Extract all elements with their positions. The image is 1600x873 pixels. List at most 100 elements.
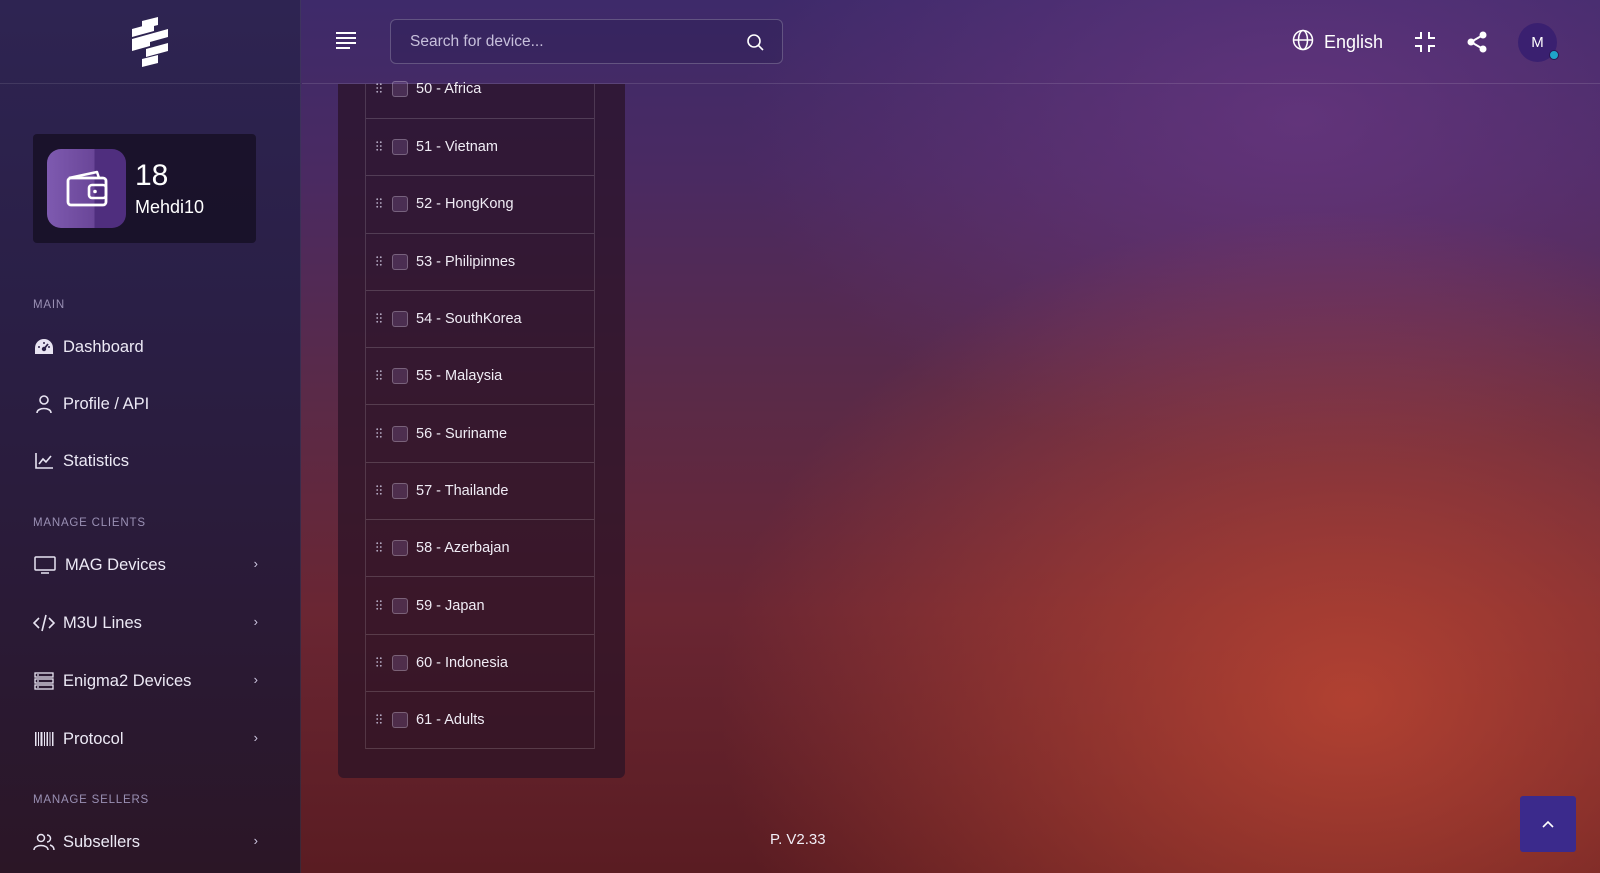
channel-label: 53 - Philipinnes (416, 253, 516, 270)
drag-handle-icon[interactable] (376, 655, 384, 671)
channel-label: 58 - Azerbajan (416, 540, 510, 557)
barcode-icon (33, 728, 55, 750)
channel-list-panel: 50 - Africa 51 - Vietnam 52 - HongKong 53 -… (338, 81, 625, 778)
language-label: English (1324, 32, 1384, 52)
chevron-right-icon: › (253, 730, 258, 745)
sidebar-item-label: Statistics (63, 451, 130, 470)
back-to-top-button[interactable] (1520, 796, 1576, 852)
sidebar-item-enigma2-devices[interactable]: Enigma2 Devices › (33, 667, 268, 695)
channel-checkbox[interactable] (392, 311, 408, 328)
brand-logo[interactable] (128, 16, 172, 67)
list-item[interactable]: 59 - Japan (366, 577, 594, 635)
sidebar-item-m3u-lines[interactable]: M3U Lines › (33, 609, 268, 637)
section-label-manage-sellers: MANAGE SELLERS (33, 794, 150, 806)
chevron-right-icon: › (253, 672, 258, 687)
list-item[interactable]: 55 - Malaysia (366, 348, 594, 406)
drag-handle-icon[interactable] (376, 540, 384, 556)
channel-label: 57 - Thailande (416, 482, 509, 499)
sidebar-item-dashboard[interactable]: Dashboard (33, 333, 268, 361)
search-input[interactable] (391, 20, 782, 63)
monitor-icon (33, 554, 57, 576)
channel-label: 61 - Adults (416, 712, 485, 729)
list-item[interactable]: 60 - Indonesia (366, 635, 594, 692)
list-item[interactable]: 58 - Azerbajan (366, 520, 594, 578)
channel-label: 59 - Japan (416, 597, 485, 614)
online-status-dot (1549, 50, 1559, 60)
sidebar-item-mag-devices[interactable]: MAG Devices › (33, 551, 268, 579)
channel-label: 51 - Vietnam (416, 139, 498, 156)
drag-handle-icon[interactable] (376, 712, 384, 728)
channel-checkbox[interactable] (392, 425, 408, 442)
avatar[interactable]: M (1518, 23, 1559, 62)
channel-label: 56 - Suriname (416, 425, 508, 442)
version-label: P. V2.33 (770, 831, 826, 848)
channel-checkbox[interactable] (392, 196, 408, 213)
channel-checkbox[interactable] (392, 139, 408, 156)
list-item[interactable]: 61 - Adults (366, 692, 594, 750)
section-label-main: MAIN (33, 299, 65, 311)
sidebar-item-subsellers[interactable]: Subsellers › (33, 828, 268, 856)
sidebar-item-protocol[interactable]: Protocol › (33, 725, 268, 753)
channel-checkbox[interactable] (392, 368, 408, 385)
list-item[interactable]: 56 - Suriname (366, 405, 594, 463)
avatar-initial: M (1531, 34, 1544, 51)
share-icon[interactable] (1466, 31, 1488, 58)
drag-handle-icon[interactable] (376, 311, 384, 327)
channel-checkbox[interactable] (392, 540, 408, 557)
list-item[interactable]: 50 - Africa (366, 81, 594, 119)
channel-list: 50 - Africa 51 - Vietnam 52 - HongKong 53 -… (365, 81, 595, 750)
language-selector[interactable]: English (1292, 29, 1383, 56)
channel-label: 52 - HongKong (416, 196, 514, 213)
user-icon (33, 393, 55, 415)
channel-label: 60 - Indonesia (416, 654, 508, 671)
drag-handle-icon[interactable] (376, 368, 384, 384)
channel-checkbox[interactable] (392, 597, 408, 614)
wallet-icon (47, 149, 126, 228)
users-icon (33, 831, 55, 853)
drag-handle-icon[interactable] (376, 81, 384, 97)
chevron-right-icon: › (253, 833, 258, 848)
channel-label: 50 - Africa (416, 81, 482, 97)
topbar: English M (302, 0, 1600, 84)
drag-handle-icon[interactable] (376, 426, 384, 442)
chevron-up-icon (1542, 815, 1554, 833)
menu-toggle-icon[interactable] (335, 30, 357, 50)
channel-checkbox[interactable] (392, 482, 408, 499)
drag-handle-icon[interactable] (376, 598, 384, 614)
list-item[interactable]: 57 - Thailande (366, 463, 594, 521)
channel-label: 54 - SouthKorea (416, 311, 522, 328)
channel-checkbox[interactable] (392, 81, 408, 97)
channel-checkbox[interactable] (392, 654, 408, 671)
sidebar-item-label: Profile / API (63, 394, 150, 413)
list-item[interactable]: 52 - HongKong (366, 176, 594, 234)
section-label-manage-clients: MANAGE CLIENTS (33, 517, 146, 529)
chart-line-icon (33, 450, 55, 472)
logo-area (0, 0, 300, 84)
code-icon (33, 612, 55, 634)
chevron-right-icon: › (253, 614, 258, 629)
search-icon[interactable] (746, 33, 764, 56)
channel-checkbox[interactable] (392, 253, 408, 270)
list-item[interactable]: 51 - Vietnam (366, 119, 594, 177)
drag-handle-icon[interactable] (376, 196, 384, 212)
sidebar: 18 Mehdi10 MAIN Dashboard Profile / API … (0, 0, 301, 873)
chevron-right-icon: › (253, 556, 258, 571)
sidebar-item-label: Enigma2 Devices (63, 671, 192, 690)
list-item[interactable]: 53 - Philipinnes (366, 234, 594, 291)
wallet-card: 18 Mehdi10 (33, 134, 256, 243)
sidebar-item-label: Dashboard (63, 337, 144, 356)
drag-handle-icon[interactable] (376, 483, 384, 499)
list-item[interactable]: 54 - SouthKorea (366, 291, 594, 349)
channel-checkbox[interactable] (392, 712, 408, 729)
drag-handle-icon[interactable] (376, 139, 384, 155)
sidebar-item-label: Protocol (63, 729, 124, 748)
drag-handle-icon[interactable] (376, 254, 384, 270)
channel-label: 55 - Malaysia (416, 368, 503, 385)
dashboard-icon (33, 336, 55, 358)
sidebar-item-profile-api[interactable]: Profile / API (33, 390, 268, 418)
sidebar-item-statistics[interactable]: Statistics (33, 447, 268, 475)
search-box (390, 19, 783, 64)
server-icon (33, 670, 55, 692)
exit-fullscreen-icon[interactable] (1414, 31, 1436, 58)
sidebar-item-label: MAG Devices (65, 555, 166, 574)
